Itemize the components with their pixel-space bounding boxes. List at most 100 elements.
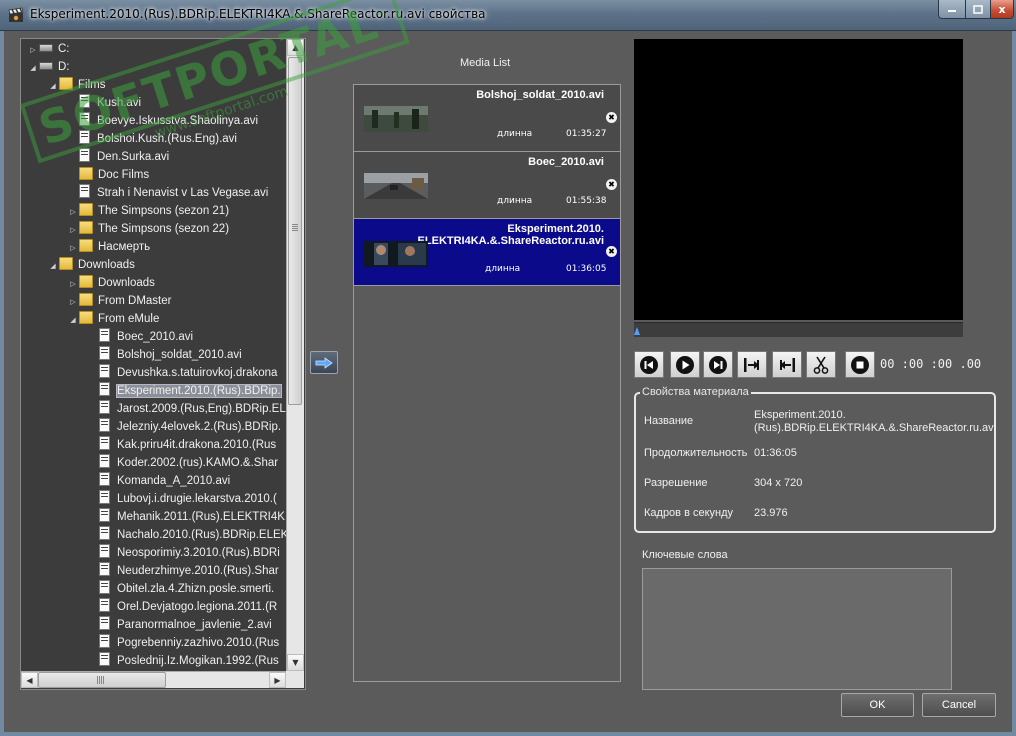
tree-item[interactable]: ◢ From eMule: [67, 310, 159, 328]
tree-item[interactable]: Bolshoj_soldat_2010.avi: [87, 346, 242, 364]
mark-in-button[interactable]: [737, 351, 767, 378]
video-thumbnail: [364, 106, 428, 132]
scroll-right-icon[interactable]: ▶: [269, 672, 286, 688]
tree-item[interactable]: Mehanik.2011.(Rus).ELEKTRI4K: [87, 508, 285, 526]
close-button[interactable]: x: [990, 0, 1014, 19]
tree-item[interactable]: Orel.Devjatogo.legiona.2011.(R: [87, 598, 277, 616]
duration-value: 01:36:05: [566, 264, 607, 274]
keywords-input[interactable]: [642, 568, 952, 690]
media-list[interactable]: Bolshoj_soldat_2010.avi длинна 01:35:27 ✖ Bo…: [353, 84, 621, 682]
minimize-button[interactable]: [938, 0, 966, 19]
tree-vertical-scrollbar[interactable]: ▲ ▼: [286, 39, 304, 671]
collapse-arrow-icon[interactable]: ◢: [47, 258, 59, 276]
mark-out-icon: [780, 357, 795, 372]
collapse-arrow-icon[interactable]: ◢: [27, 60, 39, 78]
mark-out-button[interactable]: [772, 351, 802, 378]
tree-item-label: Насмерть: [98, 241, 151, 253]
tree-item[interactable]: Boevye.Iskusstva.Shaolinya.avi: [67, 112, 258, 130]
tree-horizontal-scrollbar[interactable]: ◀ ▶: [21, 671, 286, 688]
tree-item[interactable]: Kush.avi: [67, 94, 141, 112]
tree-item[interactable]: ▷ From DMaster: [67, 292, 171, 310]
tree-item[interactable]: Devushka.s.tatuirovkoj.drakona: [87, 364, 277, 382]
file-icon: [99, 436, 110, 450]
tree-item[interactable]: ◢ Films: [47, 76, 105, 94]
remove-item-icon[interactable]: ✖: [606, 112, 617, 123]
cancel-button[interactable]: Cancel: [922, 693, 996, 717]
tree-item[interactable]: Jarost.2009.(Rus,Eng).BDRip.ELE: [87, 400, 293, 418]
previous-button[interactable]: [634, 351, 664, 378]
tree-item-label: Films: [78, 79, 106, 91]
file-icon: [99, 472, 110, 486]
collapse-arrow-icon[interactable]: ◢: [47, 78, 59, 96]
tree-item-label: Lubovj.i.drugie.lekarstva.2010.(: [117, 493, 277, 505]
play-icon: [676, 355, 694, 374]
media-list-item[interactable]: Bolshoj_soldat_2010.avi длинна 01:35:27 ✖: [354, 85, 620, 152]
tree-item[interactable]: Paranormalnoe_javlenie_2.avi: [87, 616, 272, 634]
stop-icon: [851, 355, 869, 374]
tree-item[interactable]: Pogrebenniy.zazhivo.2010.(Rus: [87, 634, 279, 652]
tree-item[interactable]: ◢ D:: [27, 58, 69, 78]
property-value-resolution: 304 x 720: [754, 477, 803, 489]
file-icon: [99, 634, 110, 648]
collapse-arrow-icon[interactable]: ◢: [67, 312, 79, 330]
tree-item[interactable]: Poslednij.Iz.Mogikan.1992.(Rus: [87, 652, 279, 670]
window-frame-left: [0, 30, 4, 736]
title-bar[interactable]: Eksperiment.2010.(Rus).BDRip.ELEKTRI4KA.…: [0, 0, 1016, 31]
vertical-scroll-thumb[interactable]: [288, 57, 302, 405]
ok-button[interactable]: OK: [841, 693, 914, 717]
tree-item[interactable]: Eksperiment.2010.(Rus).BDRip.: [87, 382, 282, 400]
file-icon: [99, 616, 110, 630]
tree-item[interactable]: Kak.priru4it.drakona.2010.(Rus: [87, 436, 276, 454]
tree-item[interactable]: Jelezniy.4elovek.2.(Rus).BDRip.: [87, 418, 281, 436]
file-icon: [99, 544, 110, 558]
network-drive-icon: [39, 44, 53, 52]
scissors-icon: [813, 356, 829, 374]
file-tree[interactable]: ▷ C: ◢ D: ◢ Films Kush.avi Boevye.Iskusstva.Sha…: [20, 38, 306, 690]
tree-item[interactable]: Bolshoi.Kush.(Rus.Eng).avi: [67, 130, 237, 148]
cut-button[interactable]: [806, 351, 836, 378]
next-icon: [709, 355, 727, 374]
seek-marker[interactable]: [634, 327, 640, 335]
tree-item[interactable]: Komanda_A_2010.avi: [87, 472, 230, 490]
scroll-up-icon[interactable]: ▲: [287, 39, 304, 56]
window-frame-bottom: [0, 732, 1016, 736]
tree-item[interactable]: Obitel.zla.4.Zhizn.posle.smerti.: [87, 580, 274, 598]
tree-item[interactable]: Neosporimiy.3.2010.(Rus).BDRi: [87, 544, 280, 562]
tree-item[interactable]: ▷ Downloads: [67, 274, 155, 292]
remove-item-icon[interactable]: ✖: [606, 246, 617, 257]
tree-item[interactable]: Strah i Nenavist v Las Vegase.avi: [67, 184, 268, 202]
tree-item[interactable]: Koder.2002.(rus).KAMO.&.Shar: [87, 454, 278, 472]
properties-legend: Свойства материала: [640, 386, 751, 398]
tree-item[interactable]: Doc Films: [67, 166, 149, 184]
tree-item[interactable]: ▷ The Simpsons (sezon 22): [67, 220, 229, 238]
maximize-button[interactable]: [965, 0, 991, 19]
tree-item[interactable]: Den.Surka.avi: [67, 148, 169, 166]
tree-item[interactable]: Boec_2010.avi: [87, 328, 193, 346]
arrow-right-icon: [315, 356, 333, 369]
next-button[interactable]: [703, 351, 733, 378]
scroll-left-icon[interactable]: ◀: [21, 672, 38, 688]
duration-label: длинна: [497, 129, 533, 139]
tree-item[interactable]: Lubovj.i.drugie.lekarstva.2010.(: [87, 490, 277, 508]
tree-item-label: Poslednij.Iz.Mogikan.1992.(Rus: [117, 655, 279, 667]
tree-item[interactable]: ▷ The Simpsons (sezon 21): [67, 202, 229, 220]
tree-item[interactable]: ◢ Downloads: [47, 256, 135, 274]
tree-item[interactable]: Nachalo.2010.(Rus).BDRip.ELEK: [87, 526, 288, 544]
play-button[interactable]: [670, 351, 700, 378]
folder-icon: [79, 203, 93, 216]
media-list-item[interactable]: Eksperiment.2010. ELEKTRI4KA.&.ShareReac…: [354, 219, 620, 286]
horizontal-scroll-thumb[interactable]: [38, 672, 166, 688]
media-list-item[interactable]: Boec_2010.avi длинна 01:55:38 ✖: [354, 152, 620, 219]
tree-item[interactable]: ▷ Насмерть: [67, 238, 150, 256]
scroll-down-icon[interactable]: ▼: [287, 654, 304, 671]
add-to-media-list-button[interactable]: [310, 351, 338, 374]
media-list-title: Media List: [460, 57, 511, 69]
tree-item-label: Neosporimiy.3.2010.(Rus).BDRi: [117, 547, 280, 559]
tree-item-label: From eMule: [98, 313, 160, 325]
stop-button[interactable]: [845, 351, 875, 378]
seek-bar[interactable]: [634, 322, 963, 337]
tree-item[interactable]: ▷ C:: [27, 40, 69, 58]
remove-item-icon[interactable]: ✖: [606, 179, 617, 190]
tree-item[interactable]: Neuderzhimye.2010.(Rus).Shar: [87, 562, 279, 580]
tree-item-label: Bolshoj_soldat_2010.avi: [117, 349, 242, 361]
